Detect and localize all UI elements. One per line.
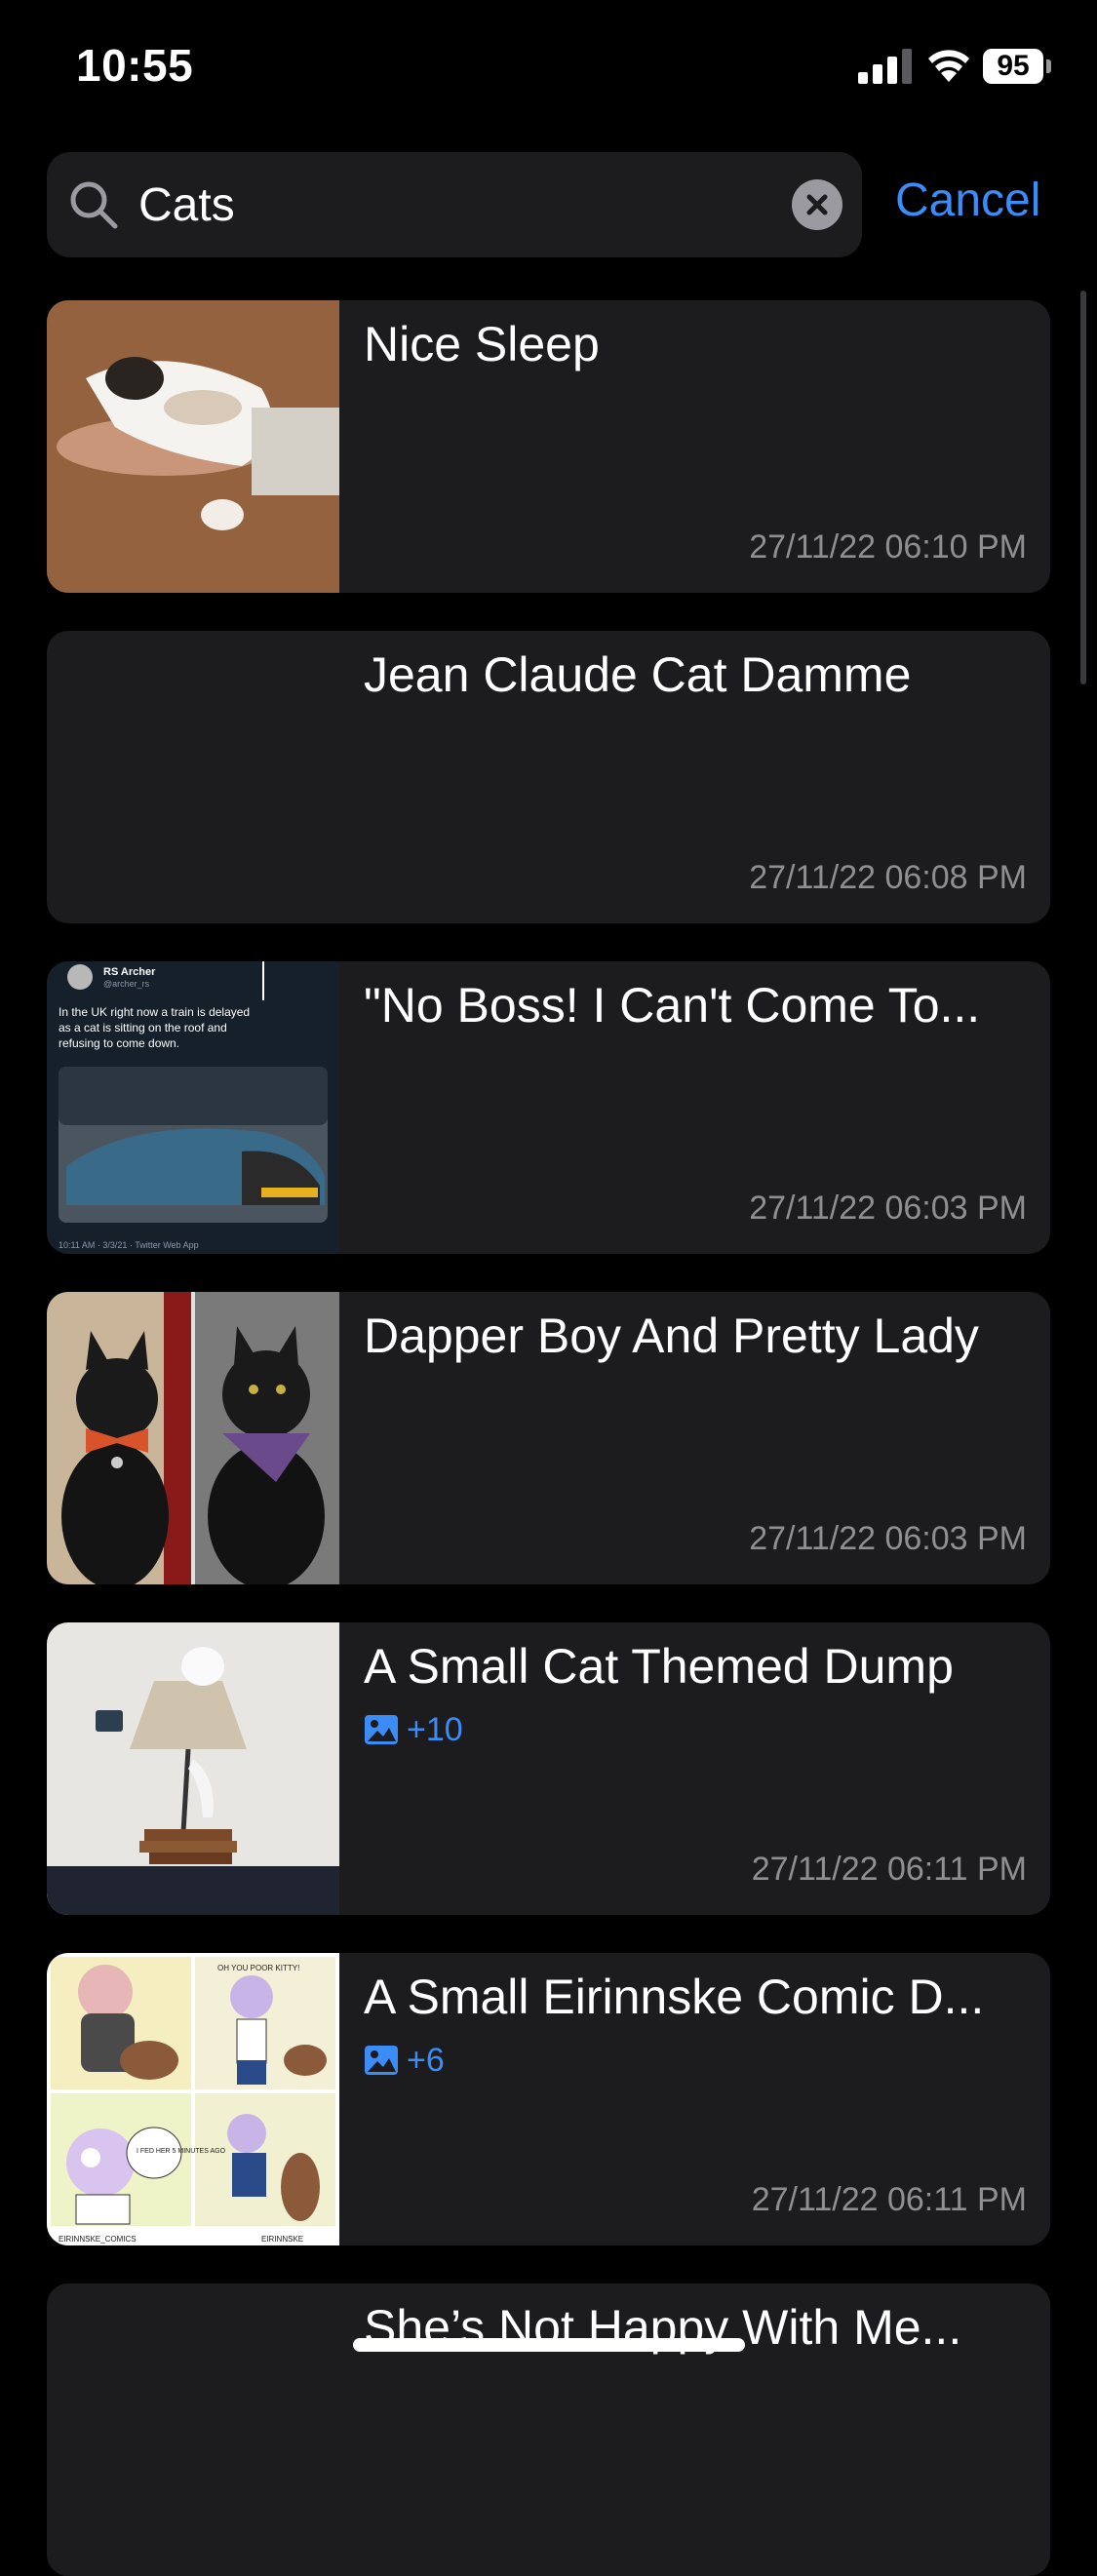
search-icon [70, 181, 118, 229]
tweet-footer: 10:11 AM · 3/3/21 · Twitter Web App [59, 1240, 199, 1250]
result-title: Jean Claude Cat Damme [364, 647, 912, 702]
image-count: +6 [364, 2041, 445, 2080]
result-card[interactable]: She’s Not Happy With Me... [47, 2283, 1050, 2576]
result-card[interactable]: Nice Sleep 27/11/22 06:10 PM [47, 300, 1050, 593]
tweet-text: as a cat is sitting on the roof and [59, 1021, 227, 1034]
result-card[interactable]: A Small Cat Themed Dump +10 27/11/22 06:… [47, 1622, 1050, 1915]
result-title: Dapper Boy And Pretty Lady [364, 1308, 979, 1363]
post-thumbnail [47, 1292, 339, 1584]
cellular-signal-icon [858, 49, 912, 84]
result-card[interactable]: OH YOU POOR KITTY! I FED HER 5 MINUTES A… [47, 1953, 1050, 2245]
comic-caption: OH YOU POOR KITTY! [217, 1964, 299, 1972]
battery-icon: 95 [983, 49, 1051, 84]
result-card[interactable]: RS Archer @archer_rs In the UK right now… [47, 961, 1050, 1254]
close-icon [806, 194, 828, 215]
tweet-author: RS Archer [103, 966, 156, 978]
tweet-text: In the UK right now a train is delayed [59, 1005, 250, 1019]
result-date: 27/11/22 06:03 PM [749, 1190, 1027, 1227]
image-count-label: +6 [407, 2041, 445, 2079]
home-indicator[interactable] [353, 2338, 745, 2352]
image-icon [365, 1715, 398, 1744]
result-card[interactable]: Jean Claude Cat Damme 27/11/22 06:08 PM [47, 631, 1050, 923]
search-input[interactable] [138, 170, 821, 240]
post-thumbnail [47, 300, 339, 593]
post-thumbnail [47, 1622, 339, 1915]
result-date: 27/11/22 06:11 PM [751, 2181, 1027, 2218]
status-time: 10:55 [76, 40, 194, 91]
post-thumbnail: RS Archer @archer_rs In the UK right now… [47, 961, 339, 1254]
image-count-label: +10 [407, 1710, 463, 1748]
result-title: A Small Eirinnske Comic D... [364, 1970, 985, 2024]
result-date: 27/11/22 06:08 PM [749, 859, 1027, 896]
image-icon [365, 2046, 398, 2075]
image-count: +10 [364, 1710, 463, 1749]
comic-credit: EIRINNSKE_COMICS [59, 2235, 137, 2244]
result-date: 27/11/22 06:03 PM [749, 1520, 1027, 1557]
clear-search-button[interactable] [792, 179, 842, 230]
post-thumbnail: OH YOU POOR KITTY! I FED HER 5 MINUTES A… [47, 1953, 339, 2245]
status-bar: 10:55 95 [0, 0, 1097, 137]
result-card[interactable]: Dapper Boy And Pretty Lady 27/11/22 06:0… [47, 1292, 1050, 1584]
tweet-text: refusing to come down. [59, 1036, 179, 1050]
scroll-indicator[interactable] [1080, 291, 1086, 684]
comic-credit: EIRINNSKE [261, 2235, 303, 2244]
cancel-button[interactable]: Cancel [895, 174, 1040, 227]
wifi-icon [928, 50, 969, 82]
tweet-handle: @archer_rs [103, 979, 150, 989]
search-bar[interactable] [47, 152, 862, 257]
result-title: Nice Sleep [364, 317, 600, 371]
comic-speech: I FED HER 5 MINUTES AGO [137, 2148, 226, 2155]
result-date: 27/11/22 06:11 PM [751, 1851, 1027, 1888]
post-thumbnail [47, 2283, 339, 2576]
battery-level: 95 [983, 49, 1043, 84]
result-date: 27/11/22 06:10 PM [749, 528, 1027, 566]
result-title: A Small Cat Themed Dump [364, 1639, 954, 1694]
post-thumbnail [47, 631, 339, 923]
result-title: "No Boss! I Can't Come To... [364, 978, 981, 1033]
